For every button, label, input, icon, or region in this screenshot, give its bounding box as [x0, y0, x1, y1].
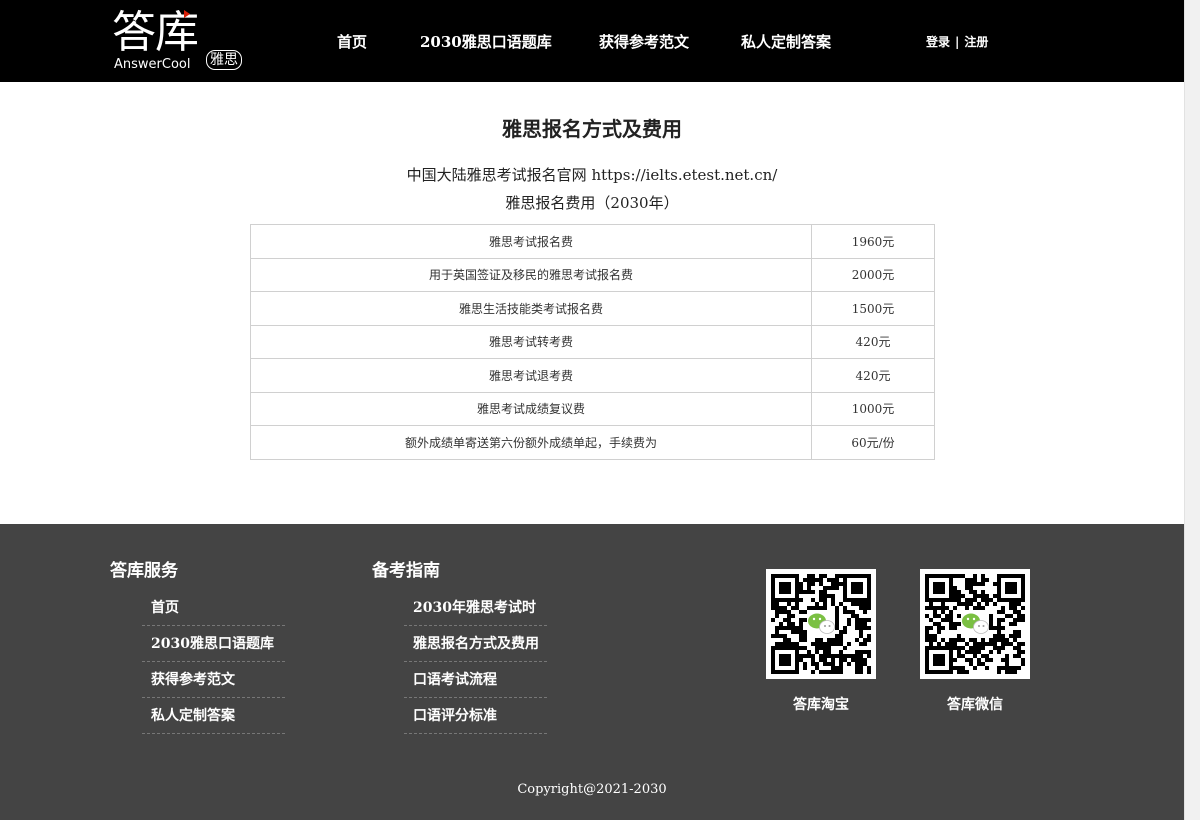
taobao-qr-label: 答库淘宝: [793, 697, 849, 713]
logo-sub-text: AnswerCool: [114, 57, 191, 72]
table-row: 额外成绩单寄送第六份额外成绩单起，手续费为 60元/份: [250, 425, 935, 460]
fee-subtitle: 雅思报名费用（2030年）: [505, 194, 679, 212]
fee-item: 雅思考试成绩复议费: [250, 391, 812, 426]
table-row: 雅思考试转考费 420元: [250, 324, 935, 359]
logo-accent-icon: [184, 10, 190, 18]
table-row: 雅思考试退考费 420元: [250, 358, 935, 393]
wechat-qr-label: 答库微信: [947, 697, 1003, 713]
page: 答库 AnswerCool 雅思 首页 2030雅思口语题库 获得参考范文 私人…: [0, 0, 1184, 820]
footer-link-registration-fees[interactable]: 雅思报名方式及费用: [404, 626, 547, 662]
fee-price: 60元/份: [811, 425, 935, 460]
footer-guide-list: 2030年雅思考试时 雅思报名方式及费用 口语考试流程 口语评分标准: [404, 590, 547, 734]
copyright: Copyright@2021-2030: [517, 782, 667, 797]
fee-table: 雅思考试报名费 1960元 用于英国签证及移民的雅思考试报名费 2000元 雅思…: [250, 224, 935, 460]
fee-price: 420元: [811, 358, 935, 393]
footer-link-exam-dates[interactable]: 2030年雅思考试时: [404, 590, 547, 626]
official-site-line: 中国大陆雅思考试报名官网 https://ielts.etest.net.cn/: [406, 166, 778, 184]
nav-home[interactable]: 首页: [337, 31, 367, 52]
footer-guide-title: 备考指南: [372, 561, 440, 581]
site-footer: 答库服务 首页 2030雅思口语题库 获得参考范文 私人定制答案 备考指南 20…: [0, 524, 1184, 820]
table-row: 雅思考试报名费 1960元: [250, 224, 935, 259]
auth-separator: |: [955, 35, 960, 49]
fee-price: 420元: [811, 324, 935, 359]
taobao-qr-icon: [766, 569, 876, 679]
footer-link-speaking-bank[interactable]: 2030雅思口语题库: [142, 626, 285, 662]
footer-services-title: 答库服务: [110, 561, 178, 581]
fee-item: 用于英国签证及移民的雅思考试报名费: [250, 257, 812, 292]
register-link[interactable]: 注册: [964, 35, 988, 49]
footer-services-list: 首页 2030雅思口语题库 获得参考范文 私人定制答案: [142, 590, 285, 734]
fee-price: 1960元: [811, 224, 935, 259]
footer-link-custom-answers[interactable]: 私人定制答案: [142, 698, 285, 734]
fee-price: 1000元: [811, 391, 935, 426]
nav-sample-essays[interactable]: 获得参考范文: [599, 31, 689, 52]
footer-link-home[interactable]: 首页: [142, 590, 285, 626]
footer-link-sample-essays[interactable]: 获得参考范文: [142, 662, 285, 698]
footer-link-speaking-criteria[interactable]: 口语评分标准: [404, 698, 547, 734]
login-link[interactable]: 登录: [926, 35, 950, 49]
table-row: 用于英国签证及移民的雅思考试报名费 2000元: [250, 257, 935, 292]
nav-speaking-bank[interactable]: 2030雅思口语题库: [420, 31, 552, 52]
page-scrollbar[interactable]: [1184, 0, 1200, 820]
fee-price: 2000元: [811, 257, 935, 292]
auth-links: 登录 | 注册: [926, 33, 988, 50]
footer-link-speaking-process[interactable]: 口语考试流程: [404, 662, 547, 698]
fee-item: 雅思考试转考费: [250, 324, 812, 359]
page-title: 雅思报名方式及费用: [502, 117, 682, 141]
logo-tag: 雅思: [206, 50, 242, 70]
fee-item: 雅思考试退考费: [250, 358, 812, 393]
site-header: 答库 AnswerCool 雅思 首页 2030雅思口语题库 获得参考范文 私人…: [0, 0, 1184, 82]
table-row: 雅思考试成绩复议费 1000元: [250, 391, 935, 426]
fee-item: 额外成绩单寄送第六份额外成绩单起，手续费为: [250, 425, 812, 460]
site-logo[interactable]: 答库 AnswerCool 雅思: [112, 8, 252, 74]
fee-item: 雅思考试报名费: [250, 224, 812, 259]
nav-custom-answers[interactable]: 私人定制答案: [741, 31, 831, 52]
fee-item: 雅思生活技能类考试报名费: [250, 291, 812, 326]
wechat-qr-icon: [920, 569, 1030, 679]
table-row: 雅思生活技能类考试报名费 1500元: [250, 291, 935, 326]
fee-price: 1500元: [811, 291, 935, 326]
